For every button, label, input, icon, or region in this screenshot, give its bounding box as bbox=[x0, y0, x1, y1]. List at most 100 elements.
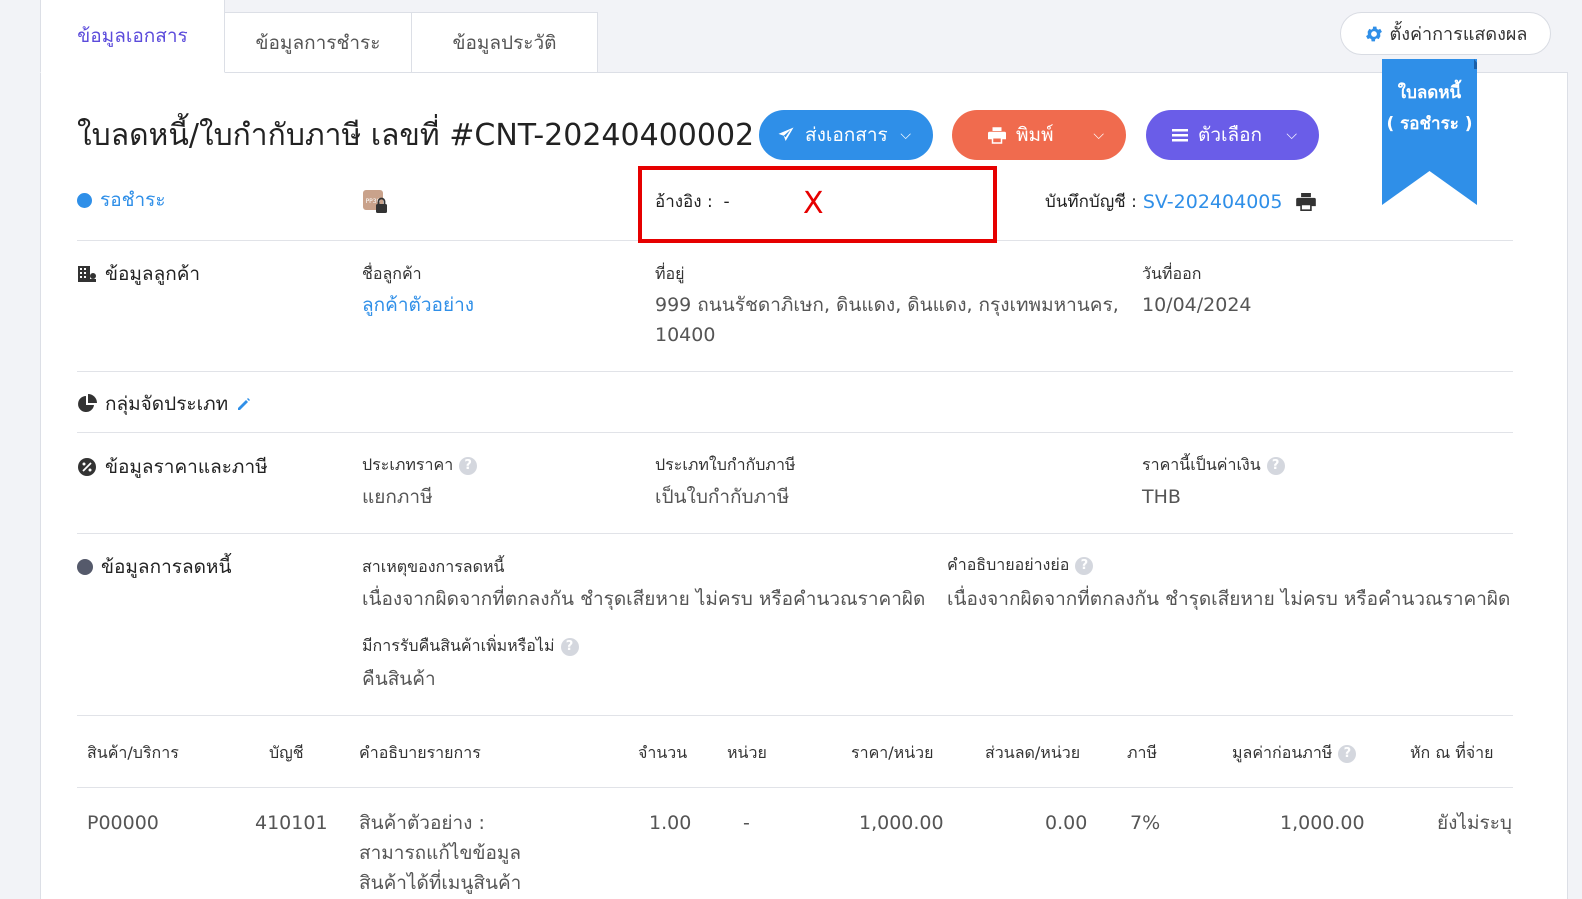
ribbon-doc-type: ใบลดหนี้ bbox=[1397, 83, 1462, 103]
divider bbox=[77, 787, 1513, 788]
customer-section-label: ข้อมูลลูกค้า bbox=[105, 263, 201, 285]
category-section-title: กลุ่มจัดประเภท bbox=[77, 389, 252, 419]
pie-chart-icon bbox=[78, 394, 97, 412]
tax-invoice-type-value: เป็นใบกำกับภาษี bbox=[655, 486, 790, 508]
category-section-label: กลุ่มจัดประเภท bbox=[105, 393, 229, 415]
reference-label: อ้างอิง : bbox=[655, 192, 713, 212]
tax-invoice-type-label: ประเภทใบกำกับภาษี bbox=[655, 455, 796, 474]
account-record-link[interactable]: SV-202404005 bbox=[1143, 191, 1283, 213]
reference-value: - bbox=[723, 192, 730, 212]
divider bbox=[77, 371, 1513, 372]
row-qty: 1.00 bbox=[649, 812, 692, 834]
address-label: ที่อยู่ bbox=[655, 264, 685, 283]
issue-date-label: วันที่ออก bbox=[1142, 264, 1202, 283]
status-badge: รอชำระ bbox=[77, 185, 166, 215]
customer-section-title: ข้อมูลลูกค้า bbox=[77, 259, 200, 289]
row-product-link[interactable]: P00000 bbox=[87, 808, 159, 838]
col-header-tax: ภาษี bbox=[1127, 743, 1158, 762]
credit-note-section-label: ข้อมูลการลดหนี้ bbox=[101, 556, 232, 578]
issue-date-value: 10/04/2024 bbox=[1142, 294, 1252, 316]
return-label: มีการรับคืนสินค้าเพิ่มหรือไม่ bbox=[362, 636, 555, 655]
help-icon[interactable]: ? bbox=[560, 637, 579, 656]
reason-value: เนื่องจากผิดจากที่ตกลงกัน ชำรุดเสียหาย ไ… bbox=[362, 588, 926, 610]
send-document-label: ส่งเอกสาร bbox=[805, 124, 888, 146]
tab-document-info[interactable]: ข้อมูลเอกสาร bbox=[40, 0, 225, 73]
summary-value: เนื่องจากผิดจากที่ตกลงกัน ชำรุดเสียหาย ไ… bbox=[947, 588, 1511, 610]
tab-history-info[interactable]: ข้อมูลประวัติ bbox=[412, 12, 598, 73]
price-type-label: ประเภทราคา bbox=[362, 455, 454, 474]
col-header-product: สินค้า/บริการ bbox=[87, 743, 179, 762]
help-icon[interactable]: ? bbox=[1266, 456, 1285, 475]
address-line2: 10400 bbox=[655, 324, 716, 346]
document-tabs: ข้อมูลเอกสาร ข้อมูลการชำระ ข้อมูลประวัติ bbox=[40, 0, 598, 73]
row-price: 1,000.00 bbox=[859, 812, 944, 834]
tab-payment-info[interactable]: ข้อมูลการชำระ bbox=[225, 12, 412, 73]
printer-icon bbox=[988, 126, 1006, 144]
chevron-down-icon: ⌵ bbox=[1286, 127, 1297, 143]
customer-name-label: ชื่อลูกค้า bbox=[362, 264, 422, 283]
status-dot bbox=[77, 192, 92, 208]
help-icon[interactable]: ? bbox=[1075, 556, 1094, 575]
col-header-discount: ส่วนลด/หน่วย bbox=[985, 743, 1081, 762]
building-icon bbox=[78, 266, 96, 282]
pp30-lock-icon: PP30 bbox=[363, 190, 387, 213]
pricing-section-title: ข้อมูลราคาและภาษี bbox=[77, 452, 268, 482]
price-type-label-wrap: ประเภทราคา ? bbox=[362, 453, 478, 478]
summary-label: คำอธิบายอย่างย่อ bbox=[947, 555, 1070, 574]
account-record-label: บันทึกบัญชี : bbox=[1045, 192, 1137, 212]
pencil-icon[interactable] bbox=[236, 396, 252, 412]
credit-note-section-title: ข้อมูลการลดหนี้ bbox=[77, 552, 231, 582]
col-header-price: ราคา/หน่วย bbox=[851, 743, 934, 762]
paper-plane-icon bbox=[778, 127, 794, 141]
col-header-account: บัญชี bbox=[269, 743, 304, 762]
print-label: พิมพ์ bbox=[1016, 124, 1054, 146]
row-description-line3: สินค้าได้ที่เมนูสินค้า bbox=[359, 872, 522, 894]
row-description: สินค้าตัวอย่าง : สามารถแก้ไขข้อมูล สินค้… bbox=[359, 808, 521, 898]
col-header-pretax: มูลค่าก่อนภาษี bbox=[1232, 743, 1333, 762]
status-text: รอชำระ bbox=[100, 189, 166, 211]
chevron-down-icon[interactable]: ⌵ bbox=[1093, 127, 1104, 143]
send-document-button[interactable]: ส่งเอกสาร ⌵ bbox=[759, 110, 933, 160]
currency-label-wrap: ราคานี้เป็นค่าเงิน ? bbox=[1142, 453, 1285, 478]
page-title: ใบลดหนี้/ใบกำกับภาษี เลขที่ #CNT-2024040… bbox=[77, 118, 755, 153]
row-discount: 0.00 bbox=[1045, 812, 1088, 834]
display-settings-label: ตั้งค่าการแสดงผล bbox=[1389, 24, 1528, 45]
divider bbox=[77, 533, 1513, 534]
currency-value: THB bbox=[1142, 486, 1181, 508]
price-type-value: แยกภาษี bbox=[362, 486, 433, 508]
customer-name-link[interactable]: ลูกค้าตัวอย่าง bbox=[362, 290, 474, 320]
reference-field: อ้างอิง : - bbox=[655, 188, 730, 215]
row-pretax: 1,000.00 bbox=[1280, 812, 1365, 834]
row-tax: 7% bbox=[1130, 812, 1161, 834]
percent-badge-icon bbox=[78, 458, 96, 476]
options-button[interactable]: ตัวเลือก ⌵ bbox=[1146, 110, 1319, 160]
chevron-down-icon: ⌵ bbox=[900, 127, 911, 143]
return-value: คืนสินค้า bbox=[362, 668, 436, 690]
gear-icon bbox=[1365, 26, 1382, 41]
col-header-qty: จำนวน bbox=[638, 743, 688, 762]
divider bbox=[77, 432, 1513, 433]
reference-x-mark: X bbox=[803, 186, 824, 221]
section-dot-icon bbox=[77, 559, 93, 575]
currency-label: ราคานี้เป็นค่าเงิน bbox=[1142, 455, 1261, 474]
help-icon[interactable]: ? bbox=[1338, 744, 1357, 763]
divider bbox=[77, 715, 1513, 716]
options-label: ตัวเลือก bbox=[1198, 124, 1263, 146]
account-record: บันทึกบัญชี : SV-202404005 bbox=[1045, 188, 1317, 215]
menu-icon bbox=[1172, 129, 1188, 142]
return-label-wrap: มีการรับคืนสินค้าเพิ่มหรือไม่ ? bbox=[362, 634, 579, 659]
col-header-withholding: หัก ณ ที่จ่าย bbox=[1410, 743, 1494, 762]
col-header-unit: หน่วย bbox=[727, 743, 767, 762]
help-icon[interactable]: ? bbox=[459, 456, 478, 475]
printer-icon[interactable] bbox=[1296, 192, 1317, 211]
row-description-line1: สินค้าตัวอย่าง : bbox=[359, 812, 485, 834]
print-button[interactable]: พิมพ์ ⌵ bbox=[952, 110, 1126, 160]
row-account: 410101 bbox=[255, 812, 328, 834]
summary-label-wrap: คำอธิบายอย่างย่อ ? bbox=[947, 553, 1094, 578]
pricing-section-label: ข้อมูลราคาและภาษี bbox=[105, 456, 268, 478]
reason-label: สาเหตุของการลดหนี้ bbox=[362, 557, 505, 576]
col-header-description: คำอธิบายรายการ bbox=[359, 743, 481, 762]
display-settings-button[interactable]: ตั้งค่าการแสดงผล bbox=[1340, 12, 1551, 55]
address-line1: 999 ถนนรัชดาภิเษก, ดินแดง, ดินแดง, กรุงเ… bbox=[655, 294, 1119, 316]
row-unit: - bbox=[743, 812, 750, 834]
